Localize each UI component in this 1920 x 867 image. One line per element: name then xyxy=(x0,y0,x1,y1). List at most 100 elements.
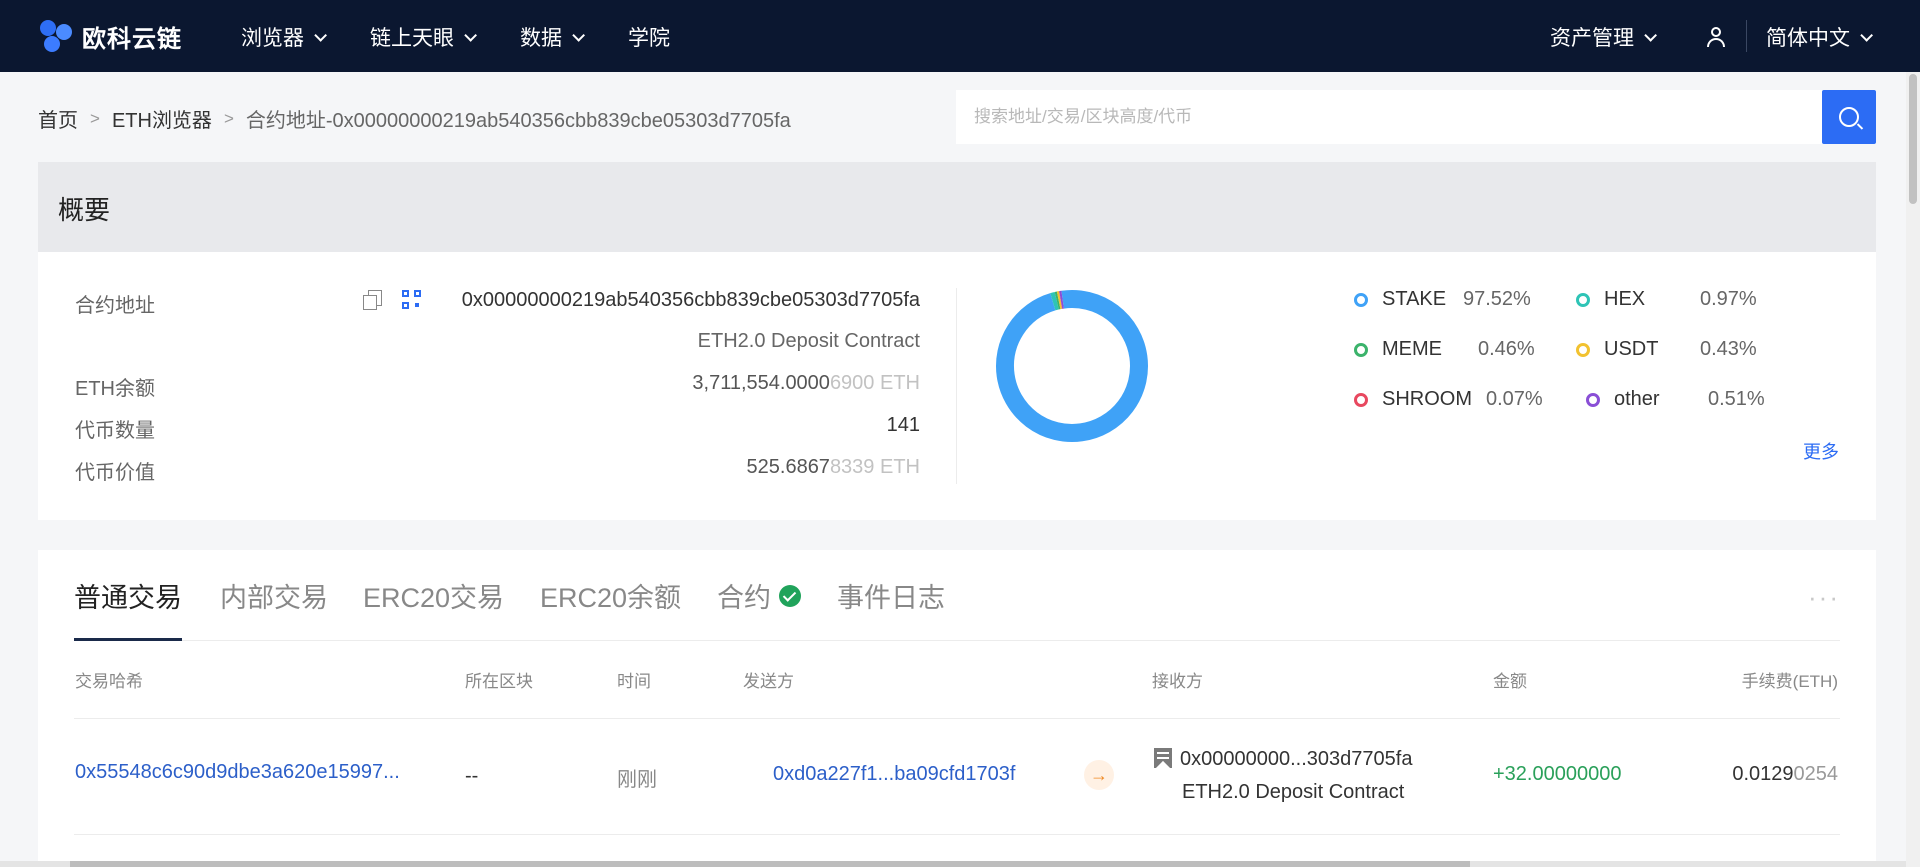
search-input[interactable] xyxy=(956,90,1822,144)
breadcrumb: 首页 > ETH浏览器 > 合约地址-0x00000000219ab540356… xyxy=(38,104,791,133)
eth-balance-main: 3,711,554.0000 xyxy=(692,372,830,394)
nav-divider xyxy=(1746,20,1747,52)
table-row-divider xyxy=(74,834,1840,835)
legend-dot-icon xyxy=(1354,392,1368,407)
logo-text: 欧科云链 xyxy=(82,25,182,53)
legend-item-other: other xyxy=(1586,388,1660,411)
search-icon xyxy=(1839,107,1859,127)
verified-check-icon xyxy=(779,584,801,607)
token-value-main: 525.6867 xyxy=(746,456,830,478)
nav-item-label: 浏览器 xyxy=(241,27,304,50)
nav-item-onchain-eye[interactable]: 链上天眼 xyxy=(370,22,477,52)
token-count-value: 141 xyxy=(886,414,920,436)
horizontal-scrollbar[interactable] xyxy=(0,861,1906,867)
language-label: 简体中文 xyxy=(1766,27,1850,50)
tab-event-logs[interactable]: 事件日志 xyxy=(837,576,945,615)
more-options-icon[interactable]: ··· xyxy=(1808,582,1840,613)
tab-label: ERC20交易 xyxy=(363,583,505,613)
to-address-link[interactable]: 0x00000000...303d7705fa xyxy=(1180,748,1412,771)
column-header-from: 发送方 xyxy=(743,672,794,691)
table-header-divider xyxy=(74,718,1840,719)
contract-name: ETH2.0 Deposit Contract xyxy=(697,330,920,352)
legend-item-stake: STAKE xyxy=(1354,288,1446,311)
legend-dot-icon xyxy=(1576,342,1590,357)
column-header-fee: 手续费(ETH) xyxy=(1741,672,1838,691)
logo[interactable]: 欧科云链 xyxy=(38,18,182,54)
legend-item-meme: MEME xyxy=(1354,338,1442,361)
legend-label: HEX xyxy=(1604,288,1646,310)
column-header-time: 时间 xyxy=(617,672,651,691)
eth-balance-label: ETH余额 xyxy=(75,378,155,400)
user-icon[interactable] xyxy=(1706,26,1726,48)
legend-dot-icon xyxy=(1354,342,1368,357)
logo-mark-icon xyxy=(38,18,74,54)
legend-dot-icon xyxy=(1576,292,1590,307)
overview-header: 概要 xyxy=(38,162,1876,252)
token-value-dim: 8339 ETH xyxy=(829,456,920,478)
to-contract-name: ETH2.0 Deposit Contract xyxy=(1182,781,1405,803)
legend-label: other xyxy=(1614,388,1660,410)
tab-normal-transactions[interactable]: 普通交易 xyxy=(74,576,182,615)
eth-balance-dim: 6900 ETH xyxy=(829,372,920,394)
tab-label: 合约 xyxy=(717,583,771,613)
token-count-label: 代币数量 xyxy=(75,420,155,442)
fee-value: 0.01290254 xyxy=(1638,763,1838,786)
legend-item-shroom: SHROOM xyxy=(1354,388,1472,411)
arrow-right-icon: → xyxy=(1084,760,1114,790)
token-distribution-donut xyxy=(996,290,1148,442)
active-tab-indicator xyxy=(74,638,182,641)
column-header-amount: 金额 xyxy=(1493,672,1527,691)
legend-item-usdt: USDT xyxy=(1576,338,1658,361)
language-selector[interactable]: 简体中文 xyxy=(1766,22,1873,52)
overview-panel: 合约地址 0x00000000219ab540356cbb839cbe05303… xyxy=(38,252,1876,520)
from-address-link[interactable]: 0xd0a227f1...ba09cfd1703f xyxy=(773,763,1015,786)
transactions-panel: 普通交易 内部交易 ERC20交易 ERC20余额 合约 事件日志 ··· 交易… xyxy=(38,550,1876,867)
copy-icon[interactable] xyxy=(363,290,383,310)
tab-erc20-balance[interactable]: ERC20余额 xyxy=(540,576,681,615)
tab-erc20-transactions[interactable]: ERC20交易 xyxy=(363,576,504,615)
time-value: 刚刚 xyxy=(617,769,657,791)
legend-label: USDT xyxy=(1604,338,1659,360)
eth-balance-value: 3,711,554.00006900 ETH xyxy=(438,372,920,395)
token-value-value: 525.68678339 ETH xyxy=(438,456,920,479)
nav-item-label: 数据 xyxy=(520,27,562,50)
nav-item-label: 资产管理 xyxy=(1550,27,1634,50)
chevron-down-icon xyxy=(1644,28,1657,42)
nav-item-data[interactable]: 数据 xyxy=(520,22,585,52)
column-header-block: 所在区块 xyxy=(465,672,533,691)
legend-percent: 97.52% xyxy=(1463,288,1531,310)
tab-internal-transactions[interactable]: 内部交易 xyxy=(220,576,328,615)
nav-item-browser[interactable]: 浏览器 xyxy=(241,22,327,52)
qr-code-icon[interactable] xyxy=(402,290,421,309)
contract-address-label: 合约地址 xyxy=(75,295,155,317)
top-nav: 欧科云链 浏览器 链上天眼 数据 学院 资产管理 简体中文 xyxy=(0,0,1920,72)
breadcrumb-home[interactable]: 首页 xyxy=(38,104,78,133)
legend-label: MEME xyxy=(1382,338,1442,360)
scrollbar-thumb[interactable] xyxy=(1909,74,1917,204)
legend-percent: 0.51% xyxy=(1708,388,1765,410)
column-header-to: 接收方 xyxy=(1152,672,1203,691)
nav-item-asset-management[interactable]: 资产管理 xyxy=(1550,22,1657,52)
contract-address-value: 0x00000000219ab540356cbb839cbe05303d7705… xyxy=(461,289,920,311)
breadcrumb-eth-explorer[interactable]: ETH浏览器 xyxy=(112,104,212,133)
legend-percent: 0.46% xyxy=(1478,338,1535,360)
scrollbar-thumb[interactable] xyxy=(70,861,1470,867)
nav-item-label: 学院 xyxy=(628,27,670,50)
tx-hash-link[interactable]: 0x55548c6c90d9dbe3a620e15997... xyxy=(75,761,400,784)
search-button[interactable] xyxy=(1822,90,1876,144)
fee-main: 0.0129 xyxy=(1732,763,1794,785)
more-link[interactable]: 更多 xyxy=(1803,438,1839,464)
tab-label: 事件日志 xyxy=(837,583,945,613)
block-value: -- xyxy=(465,765,479,787)
tab-label: ERC20余额 xyxy=(540,583,682,613)
nav-item-academy[interactable]: 学院 xyxy=(628,22,670,52)
amount-value: +32.00000000 xyxy=(1493,763,1622,785)
column-header-tx-hash: 交易哈希 xyxy=(75,672,143,691)
legend-dot-icon xyxy=(1354,292,1368,307)
token-value-label: 代币价值 xyxy=(75,462,155,484)
vertical-scrollbar[interactable] xyxy=(1906,72,1920,867)
tab-contract[interactable]: 合约 xyxy=(717,576,801,615)
legend-percent: 0.43% xyxy=(1700,338,1757,360)
donut-slice-stake[interactable] xyxy=(996,290,1148,442)
fee-dim: 0254 xyxy=(1793,763,1839,785)
